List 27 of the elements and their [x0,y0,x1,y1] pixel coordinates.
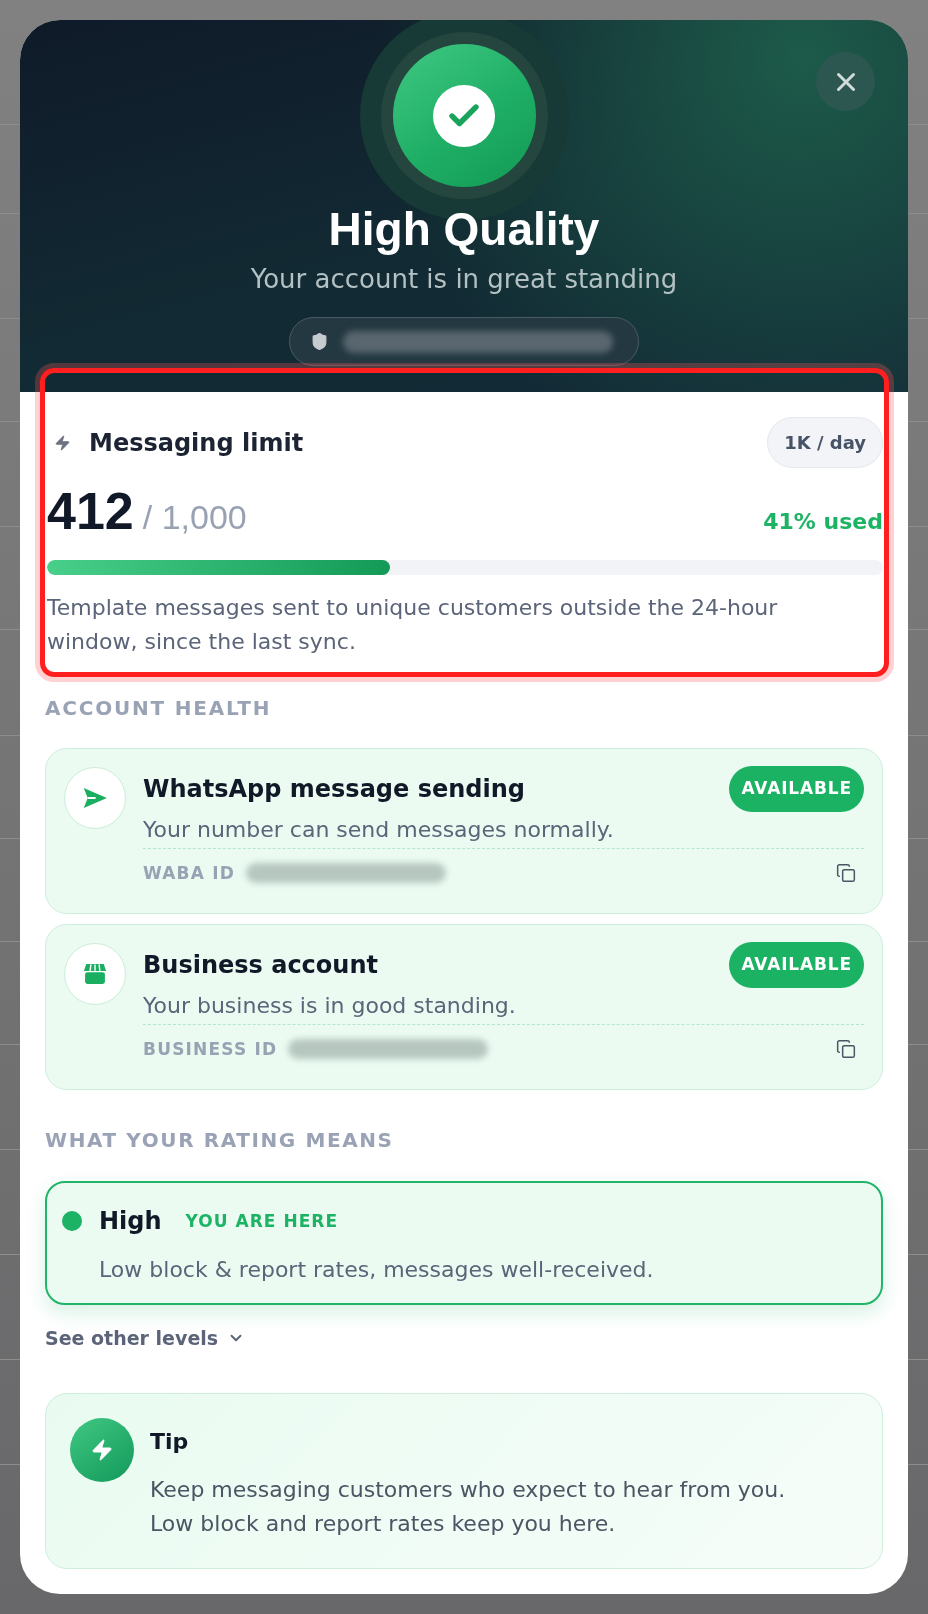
quality-title: High Quality [328,203,600,255]
copy-icon [836,1039,856,1059]
card-description: Your business is in good standing. [143,992,517,1020]
status-badge: AVAILABLE [729,942,864,988]
tip-text: Keep messaging customers who expect to hear from you. Low block and report rates keep you here. [150,1476,787,1538]
usage-total: / 1,000 [142,497,247,537]
see-other-levels-link[interactable]: See other levels [45,1325,246,1351]
limit-badge: 1K / day [767,417,883,468]
status-badge: AVAILABLE [729,766,864,812]
current-level-tag: YOU ARE HERE [185,1209,339,1233]
copy-icon [836,863,856,883]
rating-name: High [99,1206,162,1236]
id-label: WABA ID [143,862,235,885]
status-subtitle: Your account is in great standing [250,263,678,295]
card-title: WhatsApp message sending [143,774,525,804]
id-label: BUSINESS ID [143,1038,278,1061]
usage-percent: 41% used [763,508,883,536]
section-title: Messaging limit [89,427,304,458]
limit-description: Template messages sent to unique customers outside the 24-hour window, since the last sync. [47,594,779,656]
section-heading: WHAT YOUR RATING MEANS [45,1128,395,1152]
tip-title: Tip [150,1428,190,1456]
shield-icon [310,331,329,352]
card-title: Business account [143,950,378,980]
rating-description: Low block & report rates, messages well-received. [99,1256,655,1284]
section-heading: ACCOUNT HEALTH [45,696,273,720]
usage-count: 412 [47,485,134,537]
card-description: Your number can send messages normally. [143,816,615,844]
